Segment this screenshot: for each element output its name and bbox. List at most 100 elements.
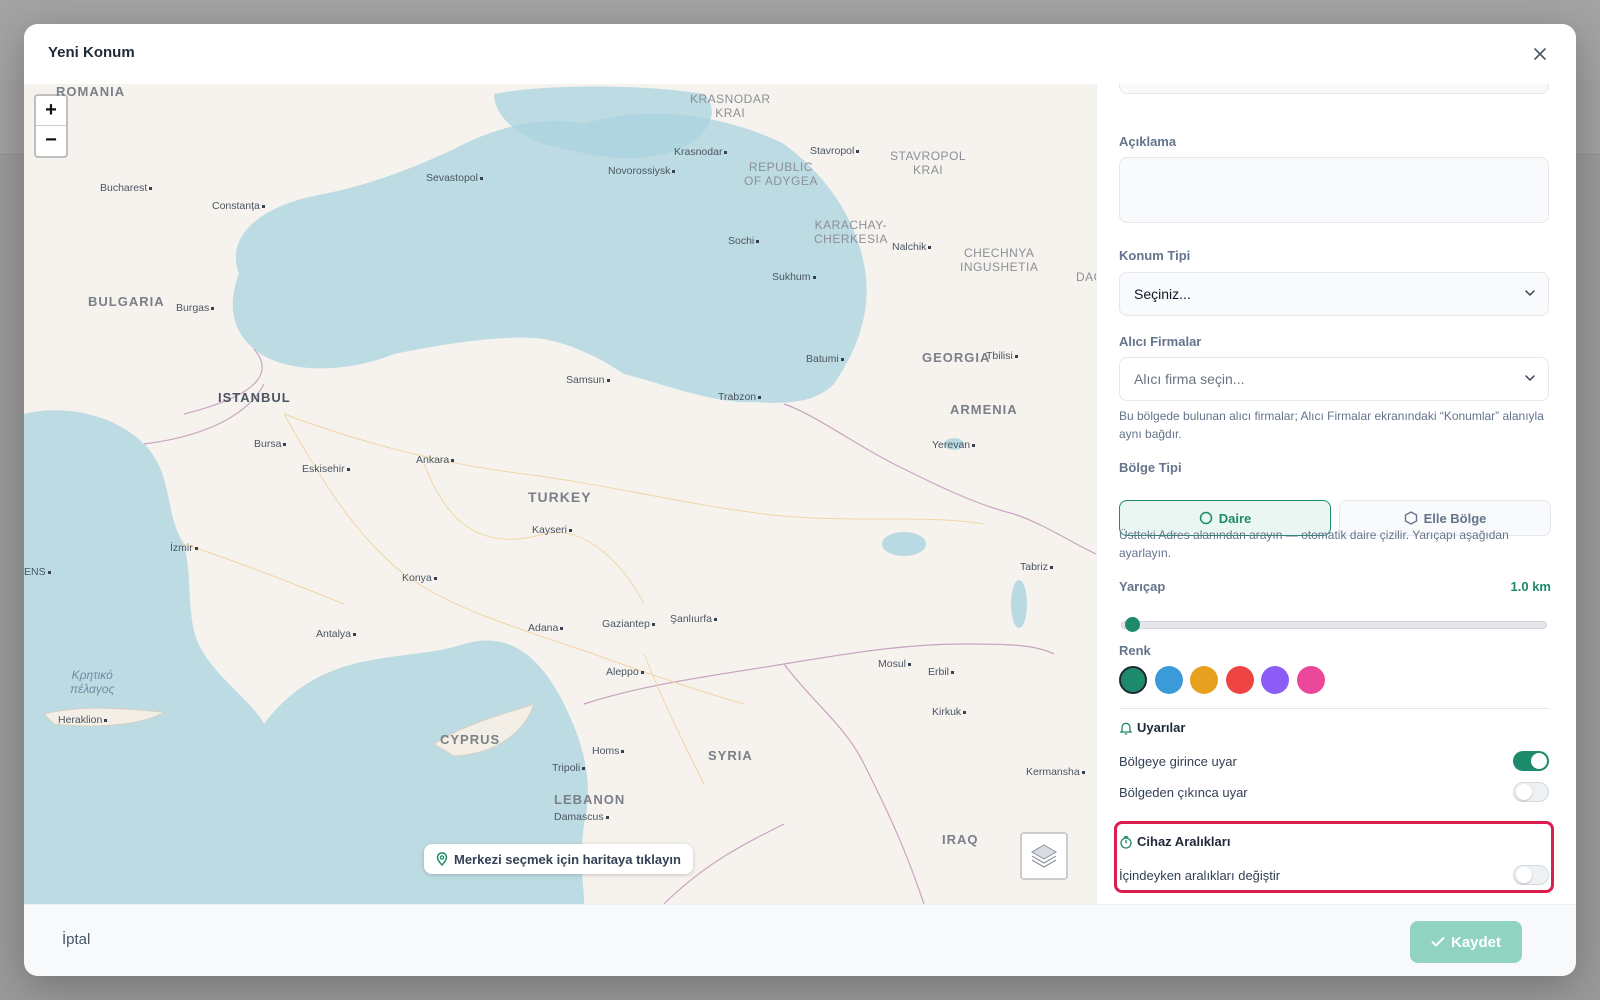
konum-tipi-select[interactable]: Seçiniz...: [1119, 272, 1549, 316]
map-label-georgia: GEORGIA: [922, 350, 991, 365]
check-icon: [1431, 937, 1445, 947]
bell-icon: [1119, 722, 1133, 735]
map-label-ankara: Ankara: [416, 454, 454, 466]
device-intervals-title: Cihaz Aralıkları: [1137, 834, 1231, 849]
new-location-modal: Yeni Konum + − ROMANIA KRASNODAR KRAI Kr…: [24, 24, 1576, 976]
map-label-dag: DAG: [1076, 270, 1096, 284]
map-canvas[interactable]: + − ROMANIA KRASNODAR KRAI Krasnodar Sta…: [24, 84, 1096, 904]
map-label-burgas: Burgas: [176, 302, 214, 314]
map-label-nalchik: Nalchik: [892, 241, 931, 253]
radius-slider-thumb[interactable]: [1125, 617, 1141, 632]
region-help: Üstteki Adres alanından arayın — otomati…: [1119, 528, 1509, 560]
map-label-sanliurfa: Şanlıurfa: [670, 613, 717, 625]
alici-firma-select[interactable]: Alıcı firma seçin...: [1119, 357, 1549, 401]
map-label-konya: Konya: [402, 572, 437, 584]
map-label-kirkuk: Kirkuk: [932, 706, 966, 718]
change-intervals-label: İçindeyken aralıkları değiştir: [1119, 868, 1281, 883]
previous-field-input[interactable]: [1119, 84, 1549, 94]
map-label-turkey: TURKEY: [528, 489, 592, 505]
map-label-romania: ROMANIA: [56, 84, 126, 99]
map-label-iraq: IRAQ: [942, 832, 979, 847]
modal-title: Yeni Konum: [48, 44, 135, 61]
map-label-trabzon: Trabzon: [718, 391, 761, 403]
color-swatch[interactable]: [1119, 666, 1147, 694]
color-swatch[interactable]: [1225, 666, 1254, 694]
exit-alert-label: Bölgeden çıkınca uyar: [1119, 785, 1248, 800]
map-label-lebanon: LEBANON: [554, 792, 626, 807]
color-swatch[interactable]: [1261, 666, 1289, 694]
exit-alert-toggle[interactable]: [1513, 782, 1549, 802]
bolge-tipi-label: Bölge Tipi: [1119, 460, 1182, 475]
radius-slider-track[interactable]: [1121, 621, 1547, 629]
chevron-down-icon: [1525, 375, 1535, 382]
enter-alert-label: Bölgeye girince uyar: [1119, 754, 1237, 769]
map-label-chechnya: CHECHNYA INGUSHETIA: [960, 246, 1039, 274]
save-label: Kaydet: [1450, 933, 1502, 951]
map-label-sochi: Sochi: [728, 235, 759, 247]
map-label-cretan-sea: Κρητικό πέλαγος: [70, 668, 115, 696]
circle-icon: [1199, 511, 1212, 525]
map-label-eskisehir: Eskisehir: [302, 463, 350, 475]
map-label-tripoli: Tripoli: [552, 762, 585, 774]
map-hint: Merkezi seçmek için haritaya tıklayın: [424, 844, 693, 874]
map-label-damascus: Damascus: [554, 811, 609, 823]
map-label-bucharest: Bucharest: [100, 182, 152, 194]
change-intervals-toggle[interactable]: [1513, 865, 1549, 885]
map-label-kermanshah: Kermansha: [1026, 766, 1085, 778]
alici-firma-help: Bu bölgede bulunan alıcı firmalar; Alıcı…: [1119, 409, 1544, 441]
map-label-karachay: KARACHAY- CHERKESIA: [814, 218, 888, 246]
cancel-button[interactable]: İptal: [62, 931, 90, 948]
zoom-in-button[interactable]: +: [36, 96, 66, 126]
modal-footer: İptal Kaydet: [24, 904, 1576, 976]
map-label-adana: Adana: [528, 622, 563, 634]
layers-icon: [1031, 844, 1057, 868]
konum-tipi-label: Konum Tipi: [1119, 248, 1191, 263]
color-swatch[interactable]: [1154, 666, 1183, 694]
map-label-stavropol-krai: STAVROPOL KRAI: [890, 149, 967, 177]
map-label-antalya: Antalya: [316, 628, 356, 640]
map-label-erbil: Erbil: [928, 666, 954, 678]
map-label-krasnodar-krai: KRASNODAR KRAI: [690, 92, 771, 120]
map-label-mosul: Mosul: [878, 658, 911, 670]
enter-alert-toggle[interactable]: [1513, 751, 1549, 771]
close-button[interactable]: [1526, 40, 1554, 68]
map-label-yerevan: Yerevan: [932, 439, 975, 451]
map-label-istanbul: ISTANBUL: [218, 390, 291, 405]
toggle-knob: [1531, 753, 1547, 769]
toggle-knob: [1516, 867, 1532, 883]
map-label-aleppo: Aleppo: [606, 666, 644, 678]
aciklama-textarea[interactable]: [1119, 157, 1549, 223]
color-swatch[interactable]: [1296, 666, 1325, 694]
map-label-bursa: Bursa: [254, 438, 286, 450]
alici-firmalar-label: Alıcı Firmalar: [1119, 334, 1202, 349]
aciklama-label: Açıklama: [1119, 134, 1177, 149]
map-label-kayseri: Kayseri: [532, 524, 572, 536]
location-form-panel[interactable]: Açıklama Konum Tipi Seçiniz... Alıcı Fir…: [1096, 84, 1576, 904]
map-label-izmir: İzmir: [170, 542, 198, 554]
map-label-sukhum: Sukhum: [772, 271, 816, 283]
alici-firma-placeholder: Alıcı firma seçin...: [1134, 371, 1245, 387]
map-label-cyprus: CYPRUS: [440, 732, 501, 747]
region-manual-label: Elle Bölge: [1423, 510, 1487, 526]
map-label-batumi: Batumi: [806, 353, 844, 365]
map-label-bulgaria: BULGARIA: [88, 294, 165, 309]
hexagon-icon: [1404, 511, 1417, 525]
color-swatch[interactable]: [1190, 666, 1218, 694]
radius-value: 1.0 km: [1510, 579, 1551, 594]
map-label-tabriz: Tabriz: [1020, 561, 1053, 573]
zoom-out-button[interactable]: −: [36, 126, 66, 155]
map-label-sevastopol: Sevastopol: [426, 172, 483, 184]
map-hint-text: Merkezi seçmek için haritaya tıklayın: [454, 851, 681, 867]
layers-button[interactable]: [1020, 832, 1068, 880]
save-button[interactable]: Kaydet: [1410, 921, 1522, 963]
modal-header: Yeni Konum: [24, 24, 1576, 85]
map-label-adygea: REPUBLIC OF ADYGEA: [744, 160, 818, 188]
close-icon: [1534, 48, 1546, 60]
map-label-homs: Homs: [592, 745, 624, 757]
map-label-tbilisi: Tbilisi: [986, 350, 1018, 362]
konum-tipi-value: Seçiniz...: [1134, 286, 1191, 302]
map-label-armenia: ARMENIA: [950, 402, 1018, 417]
map-label-novorossiysk: Novorossiysk: [608, 165, 675, 177]
timer-icon: [1120, 836, 1132, 849]
map-pin-icon: [436, 852, 448, 866]
